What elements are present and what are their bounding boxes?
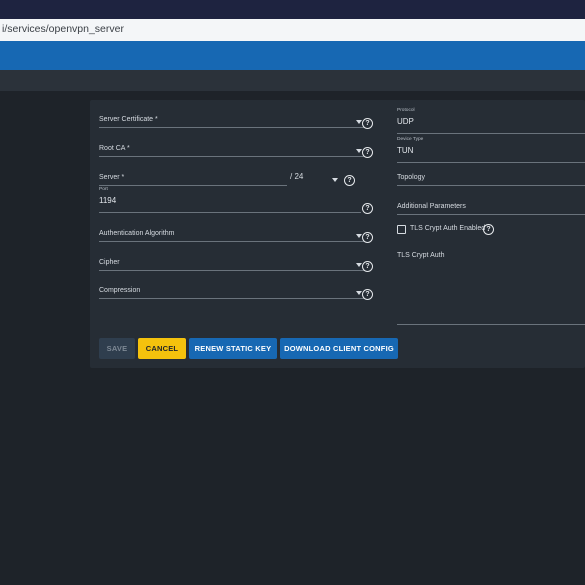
save-button[interactable]: SAVE [99, 338, 135, 359]
device-type-value: TUN [397, 146, 414, 155]
topology-label: Topology [397, 174, 426, 181]
tls-crypt-auth-underline [397, 324, 585, 325]
topology-select[interactable]: Topology [397, 166, 585, 186]
cipher-label: Cipher [99, 259, 120, 266]
port-input[interactable]: Port 1194 [99, 187, 361, 213]
cancel-button[interactable]: CANCEL [138, 338, 186, 359]
netmask-select[interactable]: / 24 [290, 166, 340, 186]
additional-parameters-label: Additional Parameters [397, 203, 466, 210]
address-bar-url: i/services/openvpn_server [2, 23, 124, 35]
port-underline [99, 212, 361, 213]
help-icon[interactable]: ? [362, 147, 373, 158]
renew-static-key-button[interactable]: RENEW STATIC KEY [189, 338, 277, 359]
help-icon[interactable]: ? [362, 261, 373, 272]
authentication-algorithm-label: Authentication Algorithm [99, 230, 175, 237]
server-input[interactable]: Server * [99, 166, 287, 186]
server-certificate-underline [99, 127, 364, 128]
chevron-down-icon[interactable] [332, 178, 338, 182]
tls-crypt-auth-label: TLS Crypt Auth [397, 252, 445, 259]
authentication-algorithm-underline [99, 241, 364, 242]
compression-underline [99, 298, 364, 299]
protocol-select[interactable]: Protocol UDP [397, 108, 585, 134]
cipher-select[interactable]: Cipher [99, 251, 364, 271]
protocol-value: UDP [397, 117, 414, 126]
tls-crypt-auth-enabled-label: TLS Crypt Auth Enabled [410, 225, 486, 232]
server-certificate-select[interactable]: Server Certificate * [99, 108, 364, 128]
device-type-select[interactable]: Device Type TUN [397, 137, 585, 163]
help-icon[interactable]: ? [483, 224, 494, 235]
cipher-underline [99, 270, 364, 271]
authentication-algorithm-select[interactable]: Authentication Algorithm [99, 222, 364, 242]
compression-select[interactable]: Compression [99, 279, 364, 299]
help-icon[interactable]: ? [362, 289, 373, 300]
page-sub-header [0, 70, 585, 91]
server-certificate-label: Server Certificate * [99, 116, 158, 123]
device-type-label: Device Type [397, 137, 424, 142]
help-icon[interactable]: ? [362, 232, 373, 243]
help-icon[interactable]: ? [362, 118, 373, 129]
root-ca-select[interactable]: Root CA * [99, 137, 364, 157]
app-toolbar [0, 41, 585, 70]
protocol-underline [397, 133, 585, 134]
netmask-value: / 24 [290, 172, 304, 181]
additional-parameters-underline [397, 214, 585, 215]
download-client-config-button[interactable]: DOWNLOAD CLIENT CONFIG [280, 338, 398, 359]
server-label: Server * [99, 174, 125, 181]
root-ca-label: Root CA * [99, 145, 130, 152]
tls-crypt-auth-textarea[interactable] [397, 262, 585, 324]
topology-underline [397, 185, 585, 186]
compression-label: Compression [99, 287, 141, 294]
address-bar[interactable]: i/services/openvpn_server [0, 19, 585, 42]
help-icon[interactable]: ? [344, 175, 355, 186]
tls-crypt-auth-enabled-checkbox[interactable] [397, 225, 406, 234]
port-label: Port [99, 187, 108, 192]
server-underline [99, 185, 287, 186]
help-icon[interactable]: ? [362, 203, 373, 214]
browser-top-strip [0, 0, 585, 19]
protocol-label: Protocol [397, 108, 415, 113]
port-value: 1194 [99, 196, 117, 205]
device-type-underline [397, 162, 585, 163]
root-ca-underline [99, 156, 364, 157]
additional-parameters-input[interactable]: Additional Parameters [397, 195, 585, 215]
